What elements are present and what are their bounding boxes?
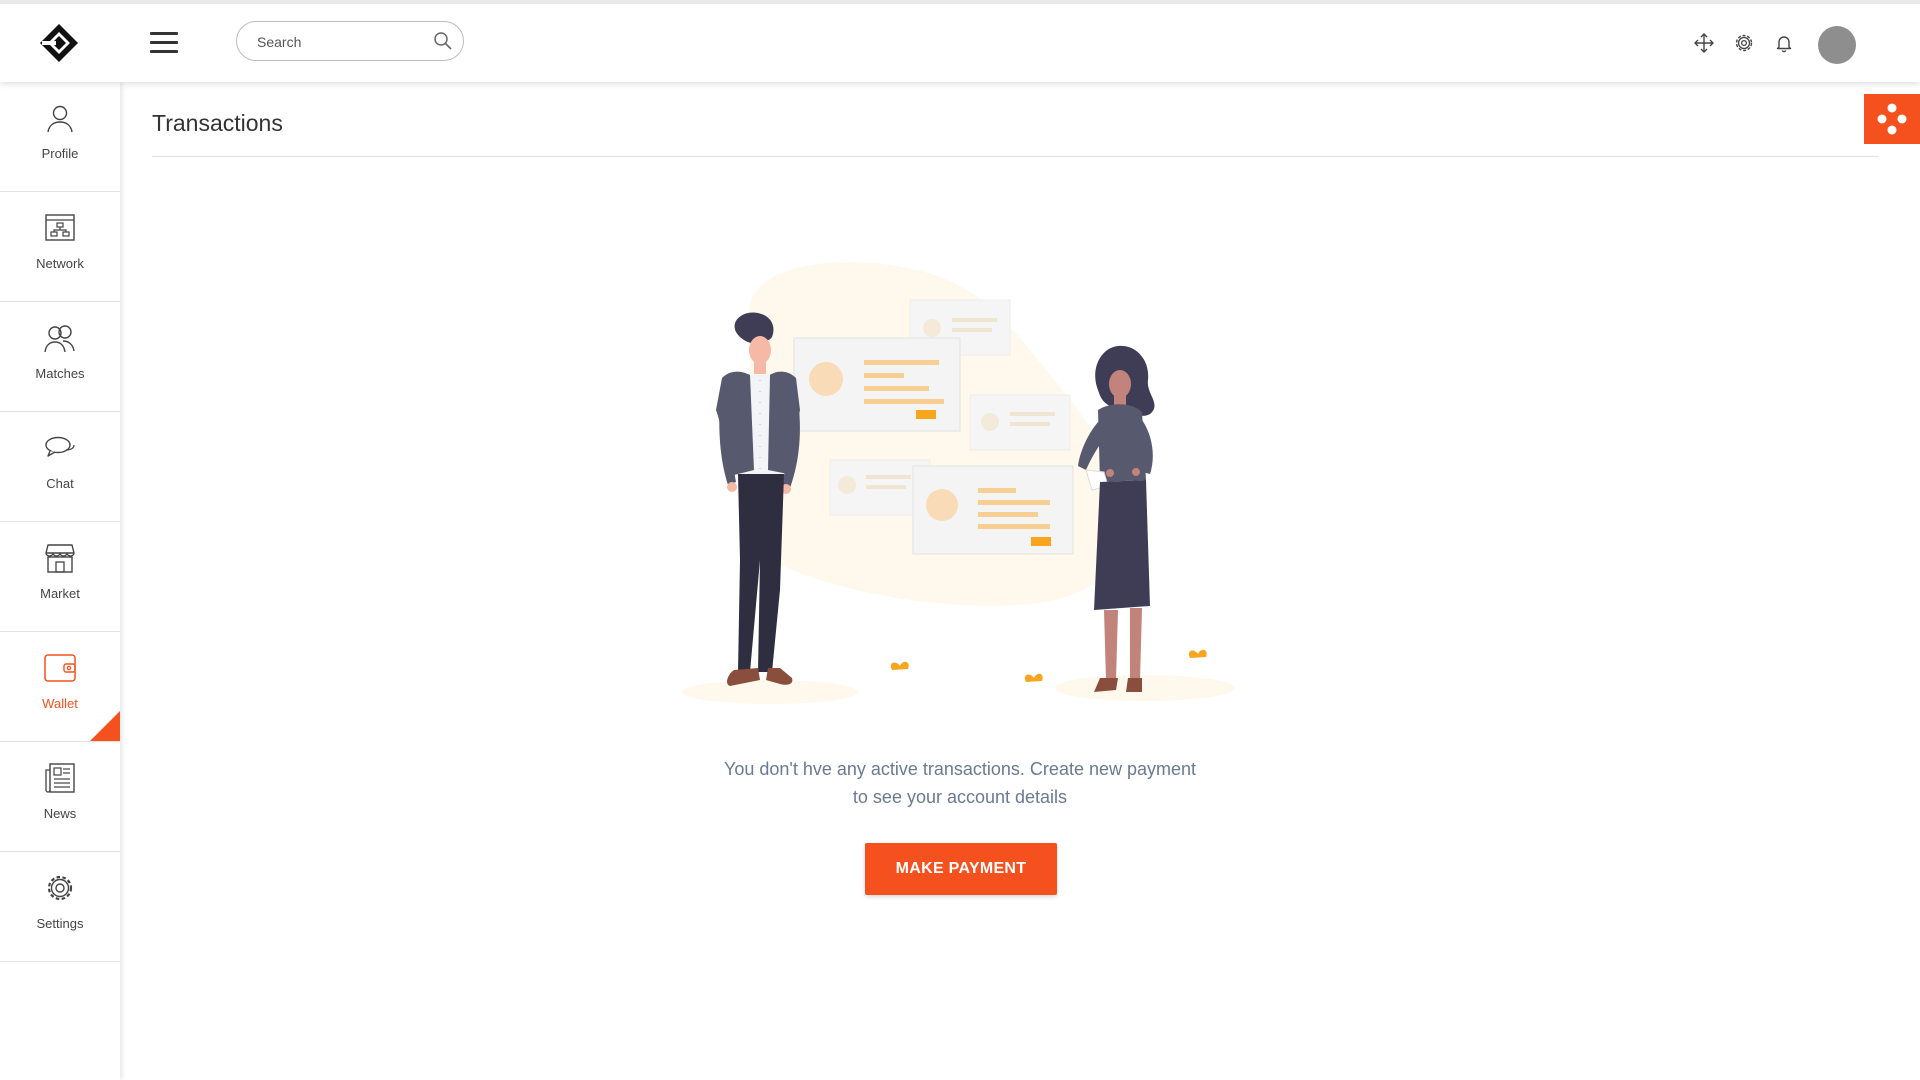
empty-state-illustration — [682, 262, 1235, 704]
sidebar-item-label: News — [43, 806, 77, 821]
search-input[interactable] — [255, 31, 429, 53]
sidebar-item-matches[interactable]: Matches — [0, 302, 120, 412]
news-icon — [45, 763, 75, 793]
sidebar-item-label: Market — [40, 586, 80, 601]
bell-icon[interactable] — [1773, 32, 1795, 54]
hamburger-icon-bar — [150, 32, 178, 35]
sidebar-item-label: Network — [36, 256, 84, 271]
hamburger-icon-bar — [150, 50, 178, 53]
sidebar-item-market[interactable]: Market — [0, 522, 120, 632]
search-icon[interactable] — [433, 31, 453, 51]
settings-icon — [47, 875, 73, 901]
profile-icon — [47, 105, 73, 133]
wallet-icon — [44, 654, 76, 682]
make-payment-button[interactable]: MAKE PAYMENT — [865, 843, 1057, 895]
logo-icon[interactable] — [38, 22, 80, 64]
avatar[interactable] — [1818, 26, 1856, 64]
sidebar: Profile Network Matches Chat Market Wall… — [0, 82, 120, 1080]
empty-state-message-line-1: You don't hve any active transactions. C… — [723, 759, 1197, 779]
network-icon — [45, 214, 75, 241]
chat-icon — [45, 436, 75, 457]
sidebar-item-label: Chat — [46, 476, 74, 491]
sidebar-item-network[interactable]: Network — [0, 192, 120, 302]
sidebar-item-wallet[interactable]: Wallet — [0, 632, 120, 742]
sidebar-item-label: Profile — [41, 146, 79, 161]
floating-menu-button[interactable] — [1864, 94, 1920, 144]
hamburger-menu-button[interactable] — [150, 32, 178, 54]
top-bar — [0, 0, 1920, 82]
search-box — [236, 21, 464, 61]
sidebar-item-chat[interactable]: Chat — [0, 412, 120, 522]
sidebar-item-label: Settings — [36, 916, 84, 931]
sidebar-item-news[interactable]: News — [0, 742, 120, 852]
market-icon — [45, 544, 75, 573]
sidebar-item-profile[interactable]: Profile — [0, 82, 120, 192]
move-icon[interactable] — [1693, 32, 1715, 54]
sidebar-item-settings[interactable]: Settings — [0, 852, 120, 962]
hamburger-icon-bar — [150, 41, 178, 44]
gear-icon[interactable] — [1733, 32, 1755, 54]
empty-state-message: You don't hve any active transactions. C… — [680, 755, 1240, 811]
dots-cluster-icon — [1877, 103, 1907, 135]
empty-state-message-line-2: to see your account details — [852, 787, 1068, 807]
page-title: Transactions — [152, 110, 283, 136]
sidebar-item-label: Wallet — [42, 696, 78, 711]
matches-icon — [44, 325, 75, 353]
active-indicator — [90, 711, 120, 741]
sidebar-item-label: Matches — [35, 366, 85, 381]
title-divider — [152, 156, 1879, 157]
